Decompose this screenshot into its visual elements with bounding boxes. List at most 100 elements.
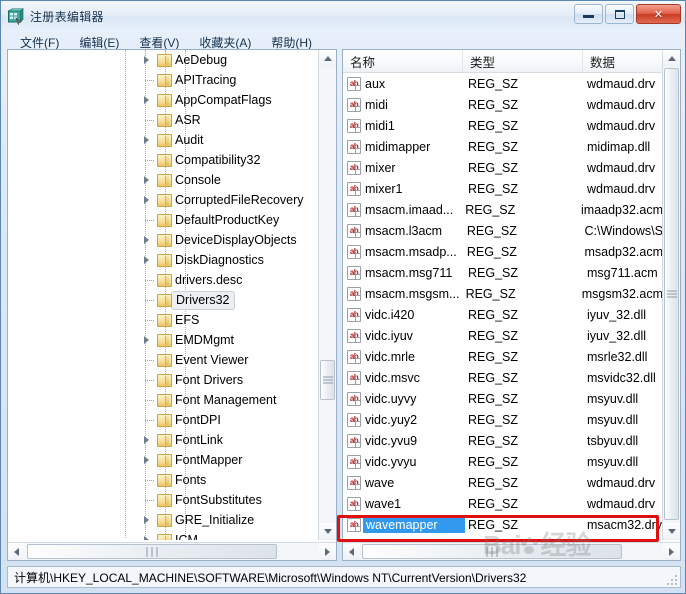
values-list[interactable]: ab aux REG_SZ wdmaud.drv ab midi REG_SZ wdmaud.…	[343, 73, 663, 540]
table-row[interactable]: ab msacm.msadp... REG_SZ msadp32.acm	[343, 241, 663, 262]
values-horizontal-scrollbar[interactable]	[343, 542, 680, 560]
column-header-name[interactable]: 名称	[343, 50, 463, 72]
tree-item-appcompatflags[interactable]: AppCompatFlags	[8, 90, 318, 110]
expand-arrow-icon[interactable]	[144, 56, 149, 64]
tree-item-fontsubstitutes[interactable]: FontSubstitutes	[8, 490, 318, 510]
values-scroll-thumb[interactable]	[664, 68, 679, 520]
tree-item-fonts[interactable]: Fonts	[8, 470, 318, 490]
tree-item-console[interactable]: Console	[8, 170, 318, 190]
table-row[interactable]: ab vidc.yvu9 REG_SZ tsbyuv.dll	[343, 430, 663, 451]
tree-item-fontlink[interactable]: FontLink	[8, 430, 318, 450]
table-row[interactable]: ab aux REG_SZ wdmaud.drv	[343, 73, 663, 94]
expand-arrow-icon[interactable]	[144, 336, 149, 344]
tree-item-label: GRE_Initialize	[175, 513, 255, 527]
table-row[interactable]: ab msacm.msgsm... REG_SZ msgsm32.acm	[343, 283, 663, 304]
maximize-button[interactable]	[605, 4, 634, 24]
table-row[interactable]: ab vidc.i420 REG_SZ iyuv_32.dll	[343, 304, 663, 325]
expand-arrow-icon[interactable]	[144, 196, 149, 204]
table-row[interactable]: ab mixer REG_SZ wdmaud.drv	[343, 157, 663, 178]
tree-item-event-viewer[interactable]: Event Viewer	[8, 350, 318, 370]
title-bar[interactable]: 注册表编辑器 ✕	[1, 1, 685, 31]
value-data: iyuv_32.dll	[587, 307, 647, 322]
value-name: midi	[365, 97, 388, 112]
tree-item-devicedisplayobjects[interactable]: DeviceDisplayObjects	[8, 230, 318, 250]
expand-arrow-icon[interactable]	[144, 456, 149, 464]
tree-item-efs[interactable]: EFS	[8, 310, 318, 330]
tree-hscroll-thumb[interactable]	[27, 544, 277, 559]
tree-item-defaultproductkey[interactable]: DefaultProductKey	[8, 210, 318, 230]
tree-scroll-left-button[interactable]	[8, 543, 25, 560]
column-header-data[interactable]: 数据	[583, 50, 663, 72]
table-row[interactable]: ab msacm.l3acm REG_SZ C:\Windows\S	[343, 220, 663, 241]
tree-item-label: Console	[175, 173, 221, 187]
tree-item-apitracing[interactable]: APITracing	[8, 70, 318, 90]
expand-arrow-icon[interactable]	[144, 536, 149, 540]
tree-item-drivers-desc[interactable]: drivers.desc	[8, 270, 318, 290]
table-row[interactable]: ab msacm.msg711 REG_SZ msg711.acm	[343, 262, 663, 283]
value-data: wdmaud.drv	[587, 97, 656, 112]
folder-icon	[157, 53, 172, 67]
table-row[interactable]: ab wavemapper REG_SZ msacm32.drv	[343, 514, 663, 535]
table-row[interactable]: ab midi REG_SZ wdmaud.drv	[343, 94, 663, 115]
tree-item-corruptedfilerecovery[interactable]: CorruptedFileRecovery	[8, 190, 318, 210]
expand-arrow-icon[interactable]	[144, 516, 149, 524]
table-row[interactable]: ab vidc.msvc REG_SZ msvidc32.dll	[343, 367, 663, 388]
tree-scroll-right-button[interactable]	[319, 543, 336, 560]
table-row[interactable]: ab vidc.iyuv REG_SZ iyuv_32.dll	[343, 325, 663, 346]
close-button[interactable]: ✕	[636, 4, 681, 24]
string-value-icon: ab	[347, 433, 361, 448]
tree-scroll-down-button[interactable]	[319, 523, 336, 540]
registry-tree[interactable]: AeDebug APITracing AppCompatFlags ASR Audit C…	[8, 50, 318, 540]
table-row[interactable]: ab midimapper REG_SZ midimap.dll	[343, 136, 663, 157]
tree-item-font-drivers[interactable]: Font Drivers	[8, 370, 318, 390]
tree-item-aedebug[interactable]: AeDebug	[8, 50, 318, 70]
values-scroll-up-button[interactable]	[663, 50, 680, 67]
tree-item-audit[interactable]: Audit	[8, 130, 318, 150]
value-data: wdmaud.drv	[587, 475, 656, 490]
table-row[interactable]: ab midi1 REG_SZ wdmaud.drv	[343, 115, 663, 136]
expand-arrow-icon[interactable]	[144, 436, 149, 444]
tree-vertical-scrollbar[interactable]	[318, 50, 336, 540]
tree-item-fontmapper[interactable]: FontMapper	[8, 450, 318, 470]
tree-item-gre-initialize[interactable]: GRE_Initialize	[8, 510, 318, 530]
tree-item-font-management[interactable]: Font Management	[8, 390, 318, 410]
tree-item-drivers32[interactable]: Drivers32	[8, 290, 318, 310]
resize-grip-icon[interactable]	[665, 573, 677, 585]
table-row[interactable]: ab vidc.yuy2 REG_SZ msyuv.dll	[343, 409, 663, 430]
tree-item-asr[interactable]: ASR	[8, 110, 318, 130]
tree-horizontal-scrollbar[interactable]	[8, 542, 336, 560]
table-row[interactable]: ab mixer1 REG_SZ wdmaud.drv	[343, 178, 663, 199]
expand-arrow-icon[interactable]	[144, 256, 149, 264]
table-row[interactable]: ab wave1 REG_SZ wdmaud.drv	[343, 493, 663, 514]
tree-item-icm[interactable]: ICM	[8, 530, 318, 540]
expand-arrow-icon[interactable]	[144, 96, 149, 104]
minimize-button[interactable]	[574, 4, 603, 24]
tree-item-fontdpi[interactable]: FontDPI	[8, 410, 318, 430]
values-vertical-scrollbar[interactable]	[662, 50, 680, 540]
table-row[interactable]: ab vidc.mrle REG_SZ msrle32.dll	[343, 346, 663, 367]
tree-item-label: FontDPI	[175, 413, 221, 427]
folder-icon	[157, 173, 172, 187]
table-row[interactable]: ab vidc.uyvy REG_SZ msyuv.dll	[343, 388, 663, 409]
table-row[interactable]: ab msacm.imaad... REG_SZ imaadp32.acm	[343, 199, 663, 220]
tree-scroll-thumb[interactable]	[320, 360, 335, 400]
string-value-icon: ab	[347, 391, 361, 406]
tree-item-compatibility32[interactable]: Compatibility32	[8, 150, 318, 170]
values-scroll-down-button[interactable]	[663, 523, 680, 540]
tree-scroll-up-button[interactable]	[319, 50, 336, 67]
tree-item-emdmgmt[interactable]: EMDMgmt	[8, 330, 318, 350]
expand-arrow-icon[interactable]	[144, 176, 149, 184]
expand-arrow-icon[interactable]	[144, 236, 149, 244]
values-scroll-left-button[interactable]	[343, 543, 360, 560]
tree-item-diskdiagnostics[interactable]: DiskDiagnostics	[8, 250, 318, 270]
values-hscroll-thumb[interactable]	[362, 544, 622, 559]
values-scroll-right-button[interactable]	[663, 543, 680, 560]
tree-connector-icon	[145, 119, 154, 121]
expand-arrow-icon[interactable]	[144, 136, 149, 144]
column-header-type[interactable]: 类型	[463, 50, 583, 72]
value-type: REG_SZ	[468, 181, 519, 196]
table-row[interactable]: ab vidc.yvyu REG_SZ msyuv.dll	[343, 451, 663, 472]
table-row[interactable]: ab wave REG_SZ wdmaud.drv	[343, 472, 663, 493]
value-type: REG_SZ	[468, 412, 519, 427]
folder-icon	[157, 313, 172, 327]
